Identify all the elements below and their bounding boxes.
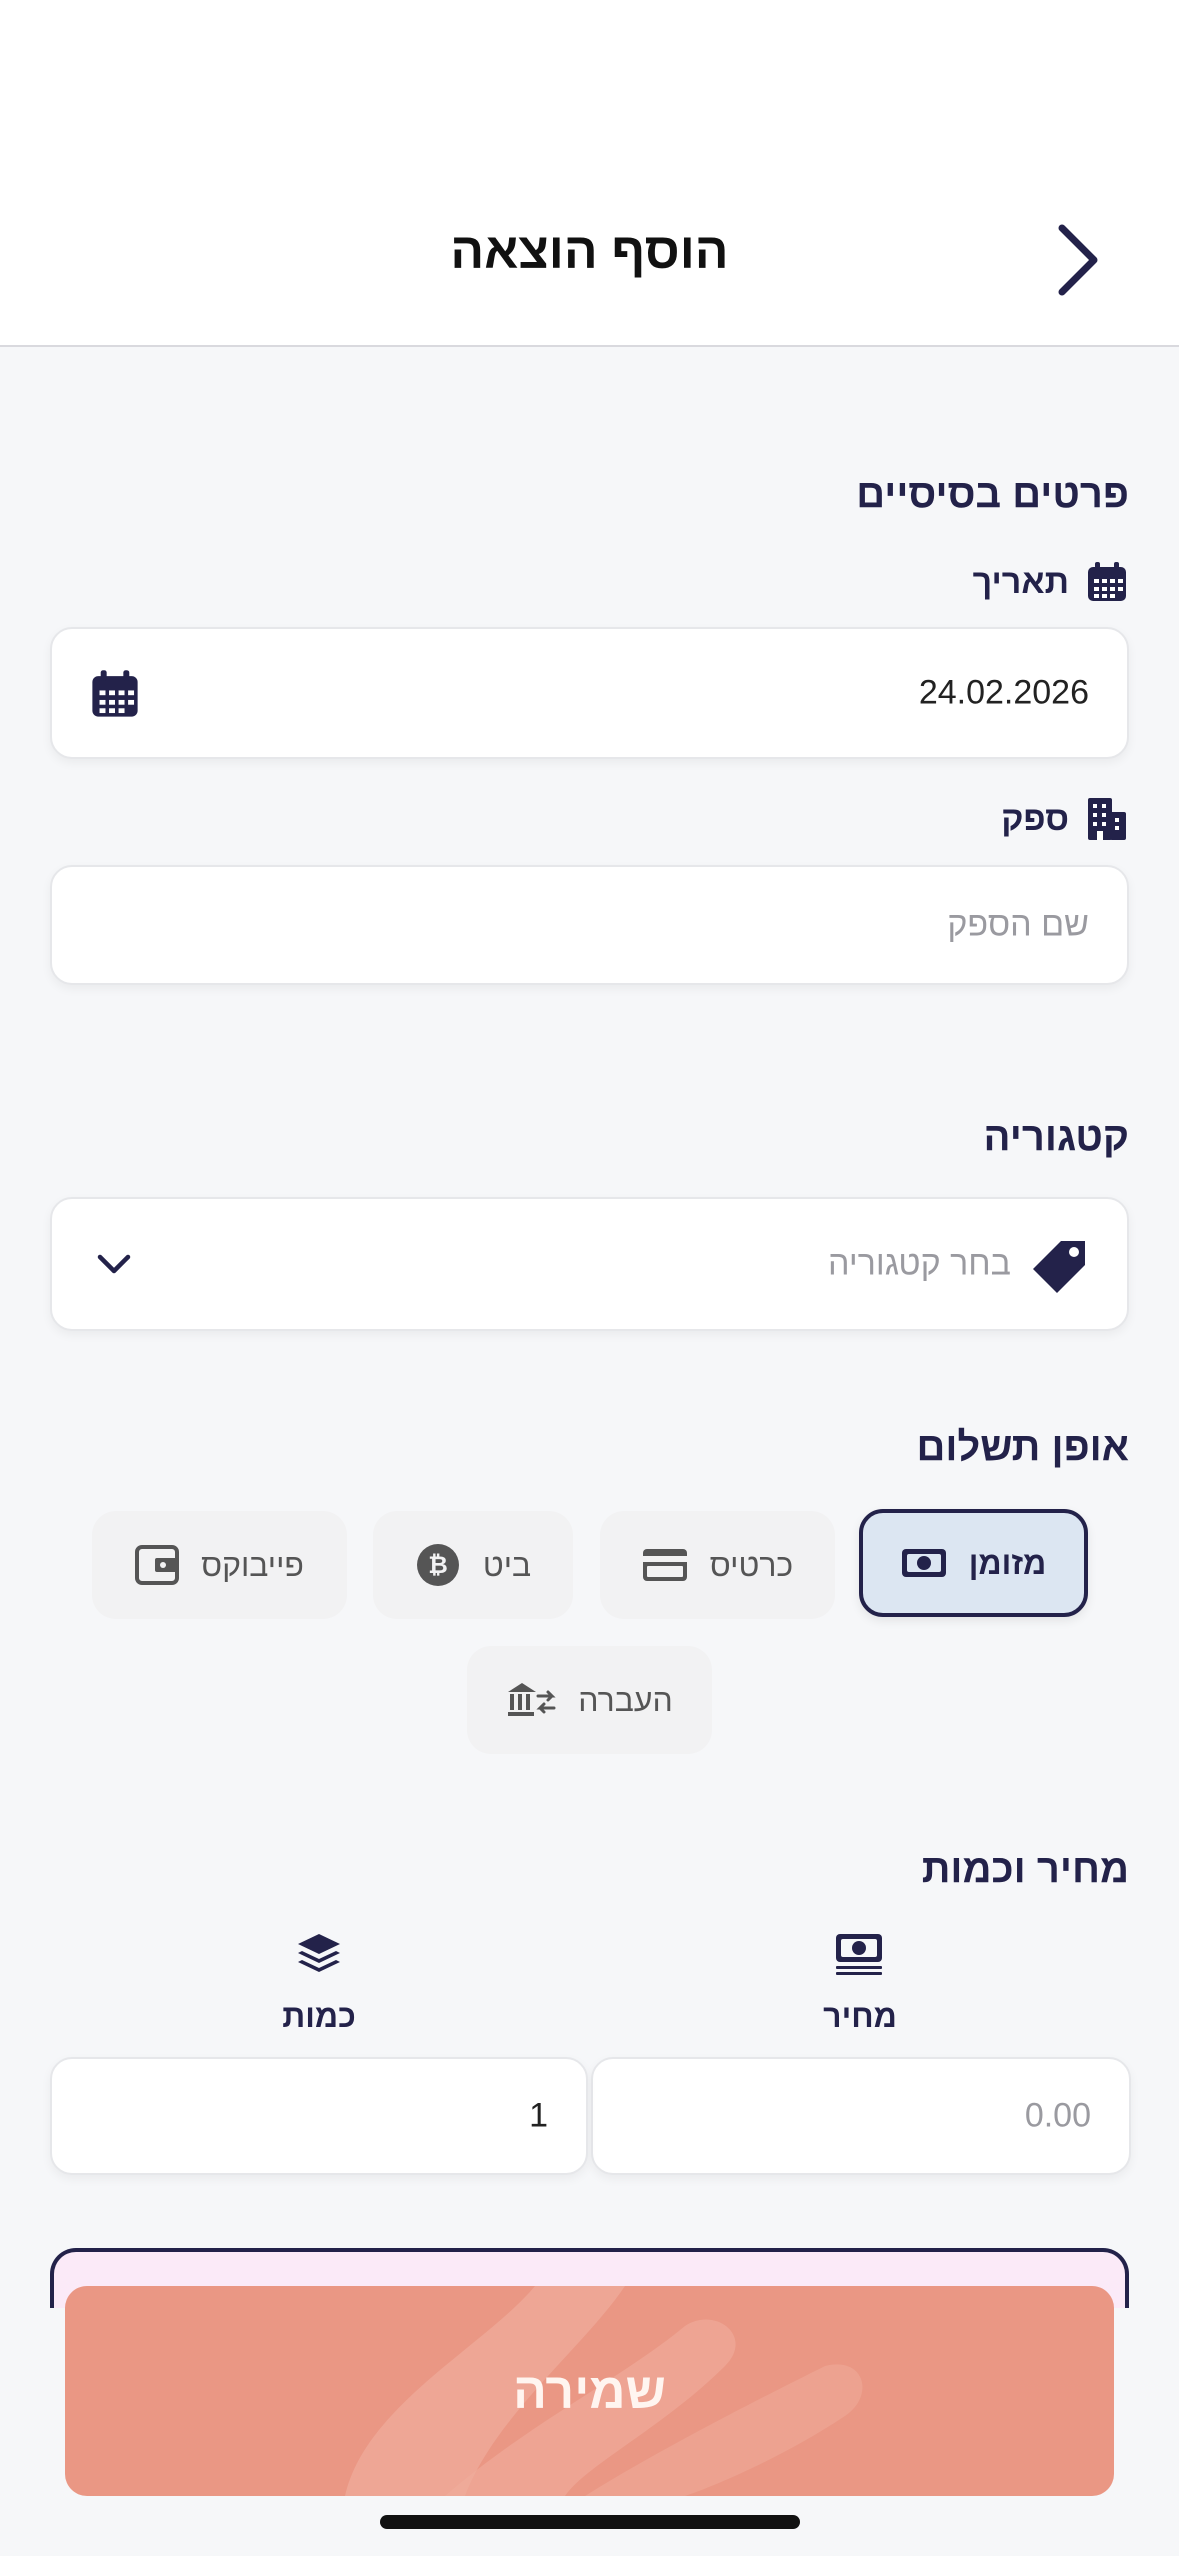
back-button[interactable] <box>1040 220 1120 300</box>
quantity-label: כמות <box>282 1998 356 2034</box>
bit-coin-icon: ₿ <box>415 1542 461 1588</box>
chevron-right-icon <box>1058 224 1098 296</box>
calendar-icon <box>1085 560 1129 604</box>
date-field[interactable]: 24.02.2026 <box>50 627 1129 759</box>
supplier-label-text: ספק <box>1001 799 1069 838</box>
date-label-text: תאריך <box>972 562 1069 601</box>
credit-card-icon <box>642 1547 688 1583</box>
quantity-input[interactable]: 1 <box>50 2057 588 2175</box>
building-icon <box>1085 797 1129 841</box>
price-qty-title: מחיר וכמות <box>921 1847 1129 1891</box>
chevron-down-icon <box>94 1245 134 1290</box>
cash-icon <box>901 1546 947 1580</box>
supplier-label: ספק <box>1001 797 1129 841</box>
category-title: קטגוריה <box>983 1115 1129 1159</box>
tag-icon <box>1031 1237 1089 1300</box>
price-label: מחיר <box>823 1998 897 2034</box>
supplier-placeholder: שם הספק <box>947 905 1089 944</box>
save-button-label: שמירה <box>513 2363 666 2419</box>
payment-title: אופן תשלום <box>916 1425 1129 1469</box>
payment-option-paybox[interactable]: פייבוקס <box>92 1511 347 1619</box>
payment-option-transfer-label: העברה <box>578 1681 673 1718</box>
payment-option-cash-label: מזומן <box>968 1544 1047 1581</box>
wallet-icon <box>135 1543 180 1587</box>
save-button[interactable]: שמירה <box>65 2286 1114 2496</box>
payment-option-card[interactable]: כרטיס <box>600 1511 835 1619</box>
supplier-input[interactable]: שם הספק <box>50 865 1129 985</box>
payment-option-paybox-label: פייבוקס <box>201 1546 304 1583</box>
quantity-value: 1 <box>529 2096 548 2135</box>
price-placeholder: 0.00 <box>1024 2096 1091 2135</box>
calendar-picker-icon[interactable] <box>90 669 140 724</box>
page-title: הוסף הוצאה <box>450 223 729 279</box>
payment-option-bit[interactable]: ביט ₿ <box>373 1511 573 1619</box>
date-value: 24.02.2026 <box>918 673 1089 712</box>
basic-details-title: פרטים בסיסיים <box>856 472 1129 516</box>
payment-option-card-label: כרטיס <box>709 1546 794 1583</box>
payment-option-bit-label: ביט <box>482 1546 532 1583</box>
price-input[interactable]: 0.00 <box>591 2057 1131 2175</box>
money-icon <box>834 1932 884 1981</box>
category-placeholder: בחר קטגוריה <box>828 1244 1011 1283</box>
layers-icon <box>296 1932 342 1981</box>
home-indicator <box>380 2515 800 2529</box>
payment-option-cash[interactable]: מזומן <box>859 1509 1088 1617</box>
payment-option-transfer[interactable]: העברה <box>467 1646 712 1754</box>
svg-text:₿: ₿ <box>428 1551 448 1579</box>
bank-transfer-icon <box>506 1680 556 1720</box>
category-select[interactable]: בחר קטגוריה <box>50 1197 1129 1331</box>
app-header: הוסף הוצאה <box>0 0 1179 347</box>
date-label: תאריך <box>973 560 1129 604</box>
